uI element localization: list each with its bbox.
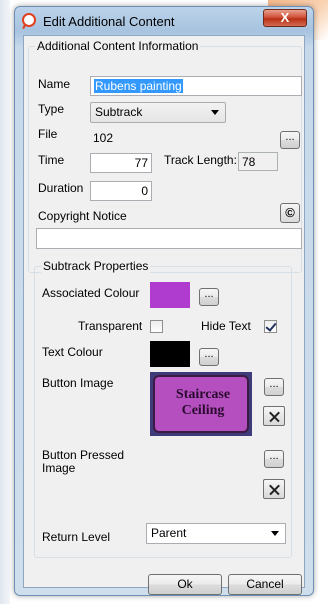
chevron-down-icon xyxy=(211,110,219,115)
copyright-input[interactable] xyxy=(36,228,302,249)
background-left xyxy=(0,0,10,604)
associated-colour-swatch[interactable] xyxy=(150,282,190,308)
file-field: 102 xyxy=(90,128,276,148)
time-input[interactable]: 77 xyxy=(90,153,152,173)
ok-button[interactable]: Ok xyxy=(148,574,222,595)
name-input[interactable]: Rubens painting xyxy=(90,76,302,96)
button-image-clear-button[interactable] xyxy=(263,406,285,426)
associated-colour-label: Associated Colour xyxy=(42,286,140,300)
type-select[interactable]: Subtrack xyxy=(90,102,226,123)
checkmark-icon xyxy=(265,320,277,332)
type-select-value: Subtrack xyxy=(95,105,143,119)
dialog-window: Edit Additional Content X Additional Con… xyxy=(14,6,314,596)
file-label: File xyxy=(38,127,58,141)
window-title: Edit Additional Content xyxy=(43,14,175,29)
transparent-label: Transparent xyxy=(78,319,143,333)
copyright-button[interactable]: © xyxy=(280,203,300,223)
button-image-preview[interactable]: Staircase Ceiling xyxy=(150,372,252,436)
return-level-value: Parent xyxy=(151,526,187,540)
close-button[interactable]: X xyxy=(263,9,307,27)
additional-content-legend: Additional Content Information xyxy=(35,39,201,53)
duration-label: Duration xyxy=(38,181,84,195)
hide-text-label: Hide Text xyxy=(201,319,251,333)
name-value: Rubens painting xyxy=(94,79,183,93)
cancel-button[interactable]: Cancel xyxy=(228,574,302,595)
title-bar[interactable]: Edit Additional Content X xyxy=(15,7,313,35)
button-pressed-image-clear-button[interactable] xyxy=(263,479,285,499)
text-colour-swatch[interactable] xyxy=(150,341,190,367)
file-value: 102 xyxy=(93,131,114,145)
copyright-label: Copyright Notice xyxy=(38,209,127,223)
text-colour-browse-button[interactable]: ... xyxy=(199,348,219,366)
button-image-text-line2: Ceiling xyxy=(181,403,225,418)
speech-bubble-icon xyxy=(22,13,36,27)
transparent-checkbox[interactable] xyxy=(150,320,163,333)
name-label: Name xyxy=(38,77,71,91)
return-level-select[interactable]: Parent xyxy=(146,523,286,544)
button-image-text-line1: Staircase xyxy=(175,387,231,402)
chevron-down-icon xyxy=(271,531,279,536)
type-label: Type xyxy=(38,102,65,116)
button-pressed-image-label-line1: Button Pressed xyxy=(42,448,125,462)
associated-colour-browse-button[interactable]: ... xyxy=(199,288,219,306)
return-level-label: Return Level xyxy=(42,530,111,544)
hide-text-checkbox[interactable] xyxy=(264,320,277,333)
button-pressed-image-label-line2: Image xyxy=(42,461,76,475)
button-image-label: Button Image xyxy=(42,376,114,390)
track-length-field: 78 xyxy=(238,152,278,171)
text-colour-label: Text Colour xyxy=(42,345,103,359)
button-image-frame: Staircase Ceiling xyxy=(153,375,249,433)
button-pressed-image-browse-button[interactable]: ... xyxy=(264,450,284,468)
track-length-label: Track Length: xyxy=(164,153,237,167)
subtrack-properties-legend: Subtrack Properties xyxy=(41,259,151,273)
dialog-client-area: Additional Content Information Name Rube… xyxy=(23,35,305,595)
duration-input[interactable]: 0 xyxy=(90,181,152,201)
time-label: Time xyxy=(38,153,65,167)
file-browse-button[interactable]: ... xyxy=(280,131,300,149)
button-image-browse-button[interactable]: ... xyxy=(264,378,284,396)
